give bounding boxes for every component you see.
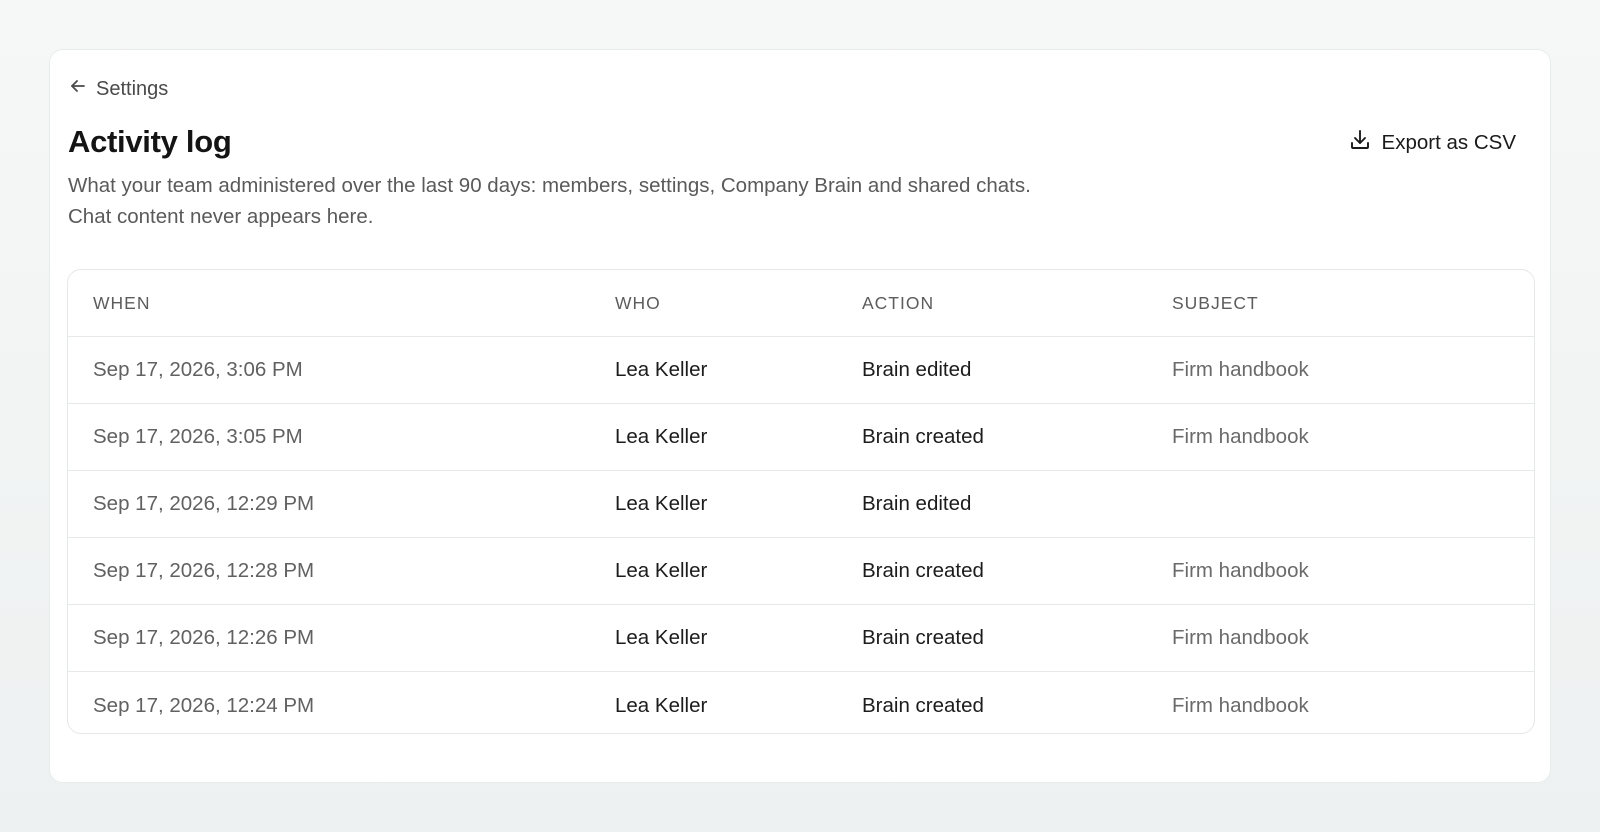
cell-when: Sep 17, 2026, 12:29 PM <box>93 492 315 515</box>
cell-action: Brain created <box>862 626 984 649</box>
cell-subject: Firm handbook <box>1172 559 1309 582</box>
cell-who: Lea Keller <box>615 425 708 448</box>
cell-who: Lea Keller <box>615 693 708 717</box>
cell-action: Brain created <box>862 693 984 717</box>
cell-who: Lea Keller <box>615 559 708 582</box>
column-header-who: WHO <box>615 292 661 313</box>
cell-action: Brain edited <box>862 358 972 381</box>
cell-action: Brain edited <box>862 492 972 515</box>
export-csv-button[interactable]: Export as CSV <box>1348 128 1516 158</box>
cell-when: Sep 17, 2026, 12:24 PM <box>93 693 315 717</box>
cell-when: Sep 17, 2026, 3:05 PM <box>93 425 303 448</box>
page-title: Activity log <box>68 124 232 159</box>
cell-subject: Firm handbook <box>1172 626 1309 649</box>
column-header-when: WHEN <box>93 292 151 313</box>
table-row: Sep 17, 2026, 3:05 PM Lea Keller Brain c… <box>68 404 1534 471</box>
table-row: Sep 17, 2026, 12:29 PM Lea Keller Brain … <box>68 471 1534 538</box>
cell-action: Brain created <box>862 425 984 448</box>
table-row: Sep 17, 2026, 12:26 PM Lea Keller Brain … <box>68 605 1534 672</box>
cell-who: Lea Keller <box>615 358 708 381</box>
back-label: Settings <box>96 77 169 100</box>
page-subtitle: What your team administered over the las… <box>68 174 1031 228</box>
cell-when: Sep 17, 2026, 12:28 PM <box>93 559 315 582</box>
column-header-action: ACTION <box>862 292 935 313</box>
table-header-row: WHEN WHO ACTION SUBJECT <box>68 270 1534 337</box>
cell-subject: Firm handbook <box>1172 425 1309 448</box>
activity-table: WHEN WHO ACTION SUBJECT Sep 17, 2026, 3:… <box>67 269 1535 734</box>
back-to-settings-link[interactable]: Settings <box>68 76 168 102</box>
table-row: Sep 17, 2026, 12:24 PM Lea Keller Brain … <box>68 672 1534 733</box>
table-row: Sep 17, 2026, 12:28 PM Lea Keller Brain … <box>68 538 1534 605</box>
cell-when: Sep 17, 2026, 12:26 PM <box>93 626 315 649</box>
column-header-subject: SUBJECT <box>1172 292 1259 313</box>
cell-action: Brain created <box>862 559 984 582</box>
table-row: Sep 17, 2026, 3:06 PM Lea Keller Brain e… <box>68 337 1534 404</box>
cell-who: Lea Keller <box>615 626 708 649</box>
arrow-left-icon <box>68 76 88 102</box>
activity-log-card: Settings Activity log What your team adm… <box>49 49 1551 783</box>
cell-when: Sep 17, 2026, 3:06 PM <box>93 358 303 381</box>
download-icon <box>1348 128 1372 158</box>
cell-who: Lea Keller <box>615 492 708 515</box>
cell-subject: Firm handbook <box>1172 693 1309 717</box>
export-label: Export as CSV <box>1381 131 1516 154</box>
cell-subject: Firm handbook <box>1172 358 1309 381</box>
